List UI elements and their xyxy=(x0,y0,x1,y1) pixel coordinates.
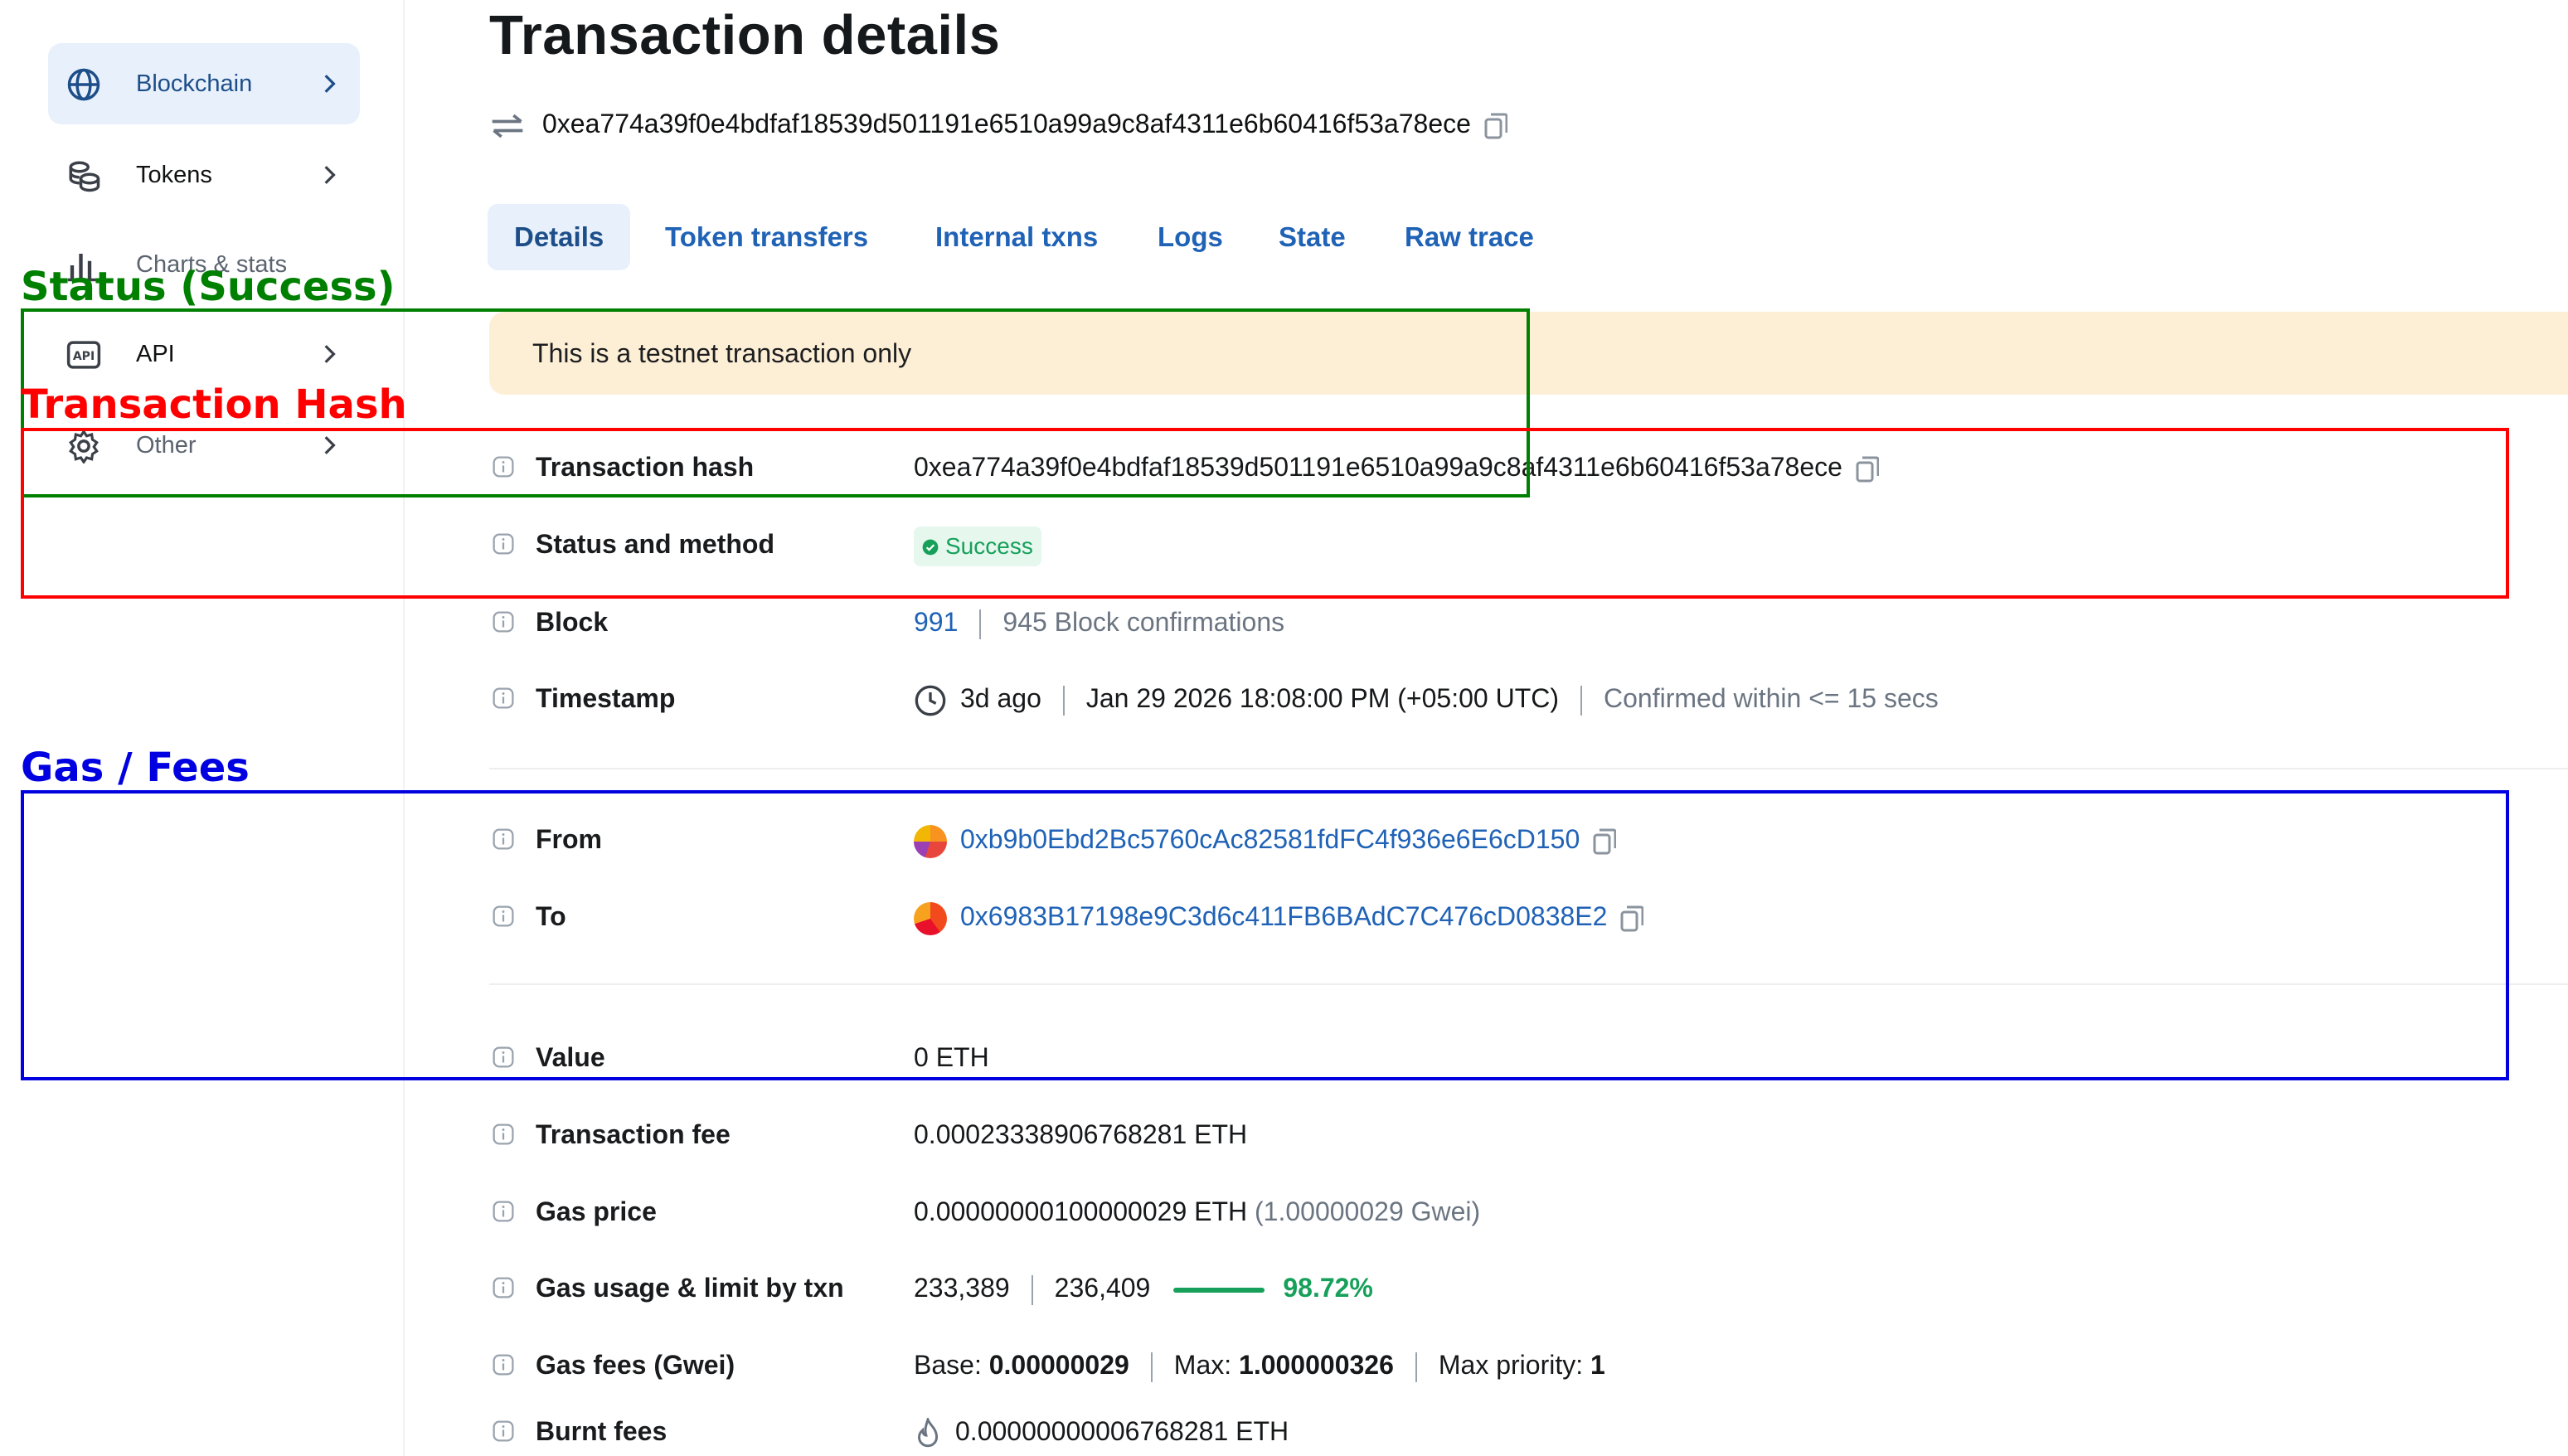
annotation-label-gas: Gas / Fees xyxy=(21,745,250,791)
burnt-fees-value: 0.00000000006768281 ETH xyxy=(914,1406,1289,1456)
row-block: Block 991 945 Block confirmations xyxy=(489,597,2512,647)
block-number-link[interactable]: 991 xyxy=(914,607,958,637)
separator xyxy=(979,609,982,639)
gas-price-gwei: (1.00000029 Gwei) xyxy=(1255,1196,1481,1226)
tab-details[interactable]: Details xyxy=(488,204,631,270)
timestamp-confirmed: Confirmed within <= 15 secs xyxy=(1604,683,1939,713)
globe-icon xyxy=(67,68,100,101)
row-gas-fees: Gas fees (Gwei) Base: 0.00000029 Max: 1.0… xyxy=(489,1340,2512,1390)
info-icon[interactable] xyxy=(493,1201,514,1222)
max-fee-label: Max: xyxy=(1173,1350,1232,1380)
row-label: Block xyxy=(536,607,609,637)
info-icon[interactable] xyxy=(493,1277,514,1298)
sidebar-item-label: Tokens xyxy=(136,162,212,188)
page-title: Transaction details xyxy=(489,4,1001,66)
divider xyxy=(489,768,2568,769)
fee-amount: 0.00023338906768281 ETH xyxy=(914,1119,1248,1149)
gas-usage-percent: 98.72% xyxy=(1283,1273,1373,1303)
block-confirmations: 945 Block confirmations xyxy=(1002,607,1285,637)
separator xyxy=(1062,685,1065,716)
row-label: Gas fees (Gwei) xyxy=(536,1350,735,1380)
sidebar-item-label: Blockchain xyxy=(136,70,253,97)
info-icon[interactable] xyxy=(493,1124,514,1145)
clock-icon xyxy=(915,685,946,716)
tab-state[interactable]: State xyxy=(1252,204,1372,270)
transfer-arrows-icon xyxy=(492,114,523,138)
copy-icon[interactable] xyxy=(1484,113,1507,139)
header-tx-hash-text: 0xea774a39f0e4bdfaf18539d501191e6510a99a… xyxy=(542,109,1471,138)
sidebar-item-tokens[interactable]: Tokens xyxy=(48,134,360,216)
timestamp-absolute: Jan 29 2026 18:08:00 PM (+05:00 UTC) xyxy=(1085,683,1559,713)
info-icon[interactable] xyxy=(493,611,514,633)
separator xyxy=(1031,1274,1033,1305)
tab-internal-txns[interactable]: Internal txns xyxy=(909,204,1124,270)
gas-price-value: 0.00000000100000029 ETH (1.00000029 Gwei… xyxy=(914,1187,1480,1236)
row-label: Gas price xyxy=(536,1196,657,1226)
row-label: Timestamp xyxy=(536,683,676,713)
max-priority-label: Max priority: xyxy=(1438,1350,1584,1380)
timestamp-value: 3d ago Jan 29 2026 18:08:00 PM (+05:00 UT… xyxy=(914,673,1939,723)
row-label: Transaction fee xyxy=(536,1119,731,1149)
sidebar: Blockchain Tokens Charts & stats API API… xyxy=(0,0,405,1456)
max-priority-fee: 1 xyxy=(1590,1350,1605,1380)
block-value: 991 945 Block confirmations xyxy=(914,597,1284,647)
tokens-icon xyxy=(69,161,100,192)
chevron-right-icon xyxy=(324,166,336,184)
base-fee: 0.00000029 xyxy=(988,1350,1129,1380)
sidebar-item-blockchain[interactable]: Blockchain xyxy=(48,43,360,124)
gas-usage-bar xyxy=(1173,1287,1265,1293)
fire-icon xyxy=(917,1415,939,1447)
separator xyxy=(1415,1352,1417,1382)
tab-raw-trace[interactable]: Raw trace xyxy=(1378,204,1561,270)
gas-used: 233,389 xyxy=(914,1273,1010,1303)
annotation-box-gas xyxy=(21,790,2509,1080)
burnt-fees-amount: 0.00000000006768281 ETH xyxy=(955,1416,1289,1446)
tab-token-transfers[interactable]: Token transfers xyxy=(638,204,895,270)
separator xyxy=(1580,685,1582,716)
gas-limit: 236,409 xyxy=(1054,1273,1151,1303)
row-gas-price: Gas price 0.00000000100000029 ETH (1.000… xyxy=(489,1187,2512,1236)
gas-fees-value: Base: 0.00000029 Max: 1.000000326 Max prio… xyxy=(914,1340,1605,1390)
max-fee: 1.000000326 xyxy=(1239,1350,1394,1380)
row-fee: Transaction fee 0.00023338906768281 ETH xyxy=(489,1109,2512,1159)
info-icon[interactable] xyxy=(493,1354,514,1376)
annotation-label-status: Status (Success) xyxy=(21,264,396,310)
annotation-label-hash: Transaction Hash xyxy=(21,381,407,428)
row-label: Gas usage & limit by txn xyxy=(536,1273,844,1303)
tab-logs[interactable]: Logs xyxy=(1131,204,1250,270)
timestamp-relative: 3d ago xyxy=(960,683,1041,713)
info-icon[interactable] xyxy=(493,687,514,709)
annotation-box-hash xyxy=(21,428,2509,599)
info-icon[interactable] xyxy=(493,1420,514,1442)
gas-price-eth: 0.00000000100000029 ETH xyxy=(914,1196,1248,1226)
separator xyxy=(1150,1352,1153,1382)
gas-usage-value: 233,389 236,409 98.72% xyxy=(914,1263,1373,1313)
row-gas-usage: Gas usage & limit by txn 233,389 236,409 9… xyxy=(489,1263,2512,1313)
row-timestamp: Timestamp 3d ago Jan 29 2026 18:08:00 PM … xyxy=(489,673,2512,723)
row-label: Burnt fees xyxy=(536,1416,667,1446)
header-tx-hash: 0xea774a39f0e4bdfaf18539d501191e6510a99a… xyxy=(489,106,1507,141)
row-burnt-fees: Burnt fees 0.00000000006768281 ETH xyxy=(489,1406,2512,1456)
base-fee-label: Base: xyxy=(914,1350,982,1380)
chevron-right-icon xyxy=(324,75,336,93)
